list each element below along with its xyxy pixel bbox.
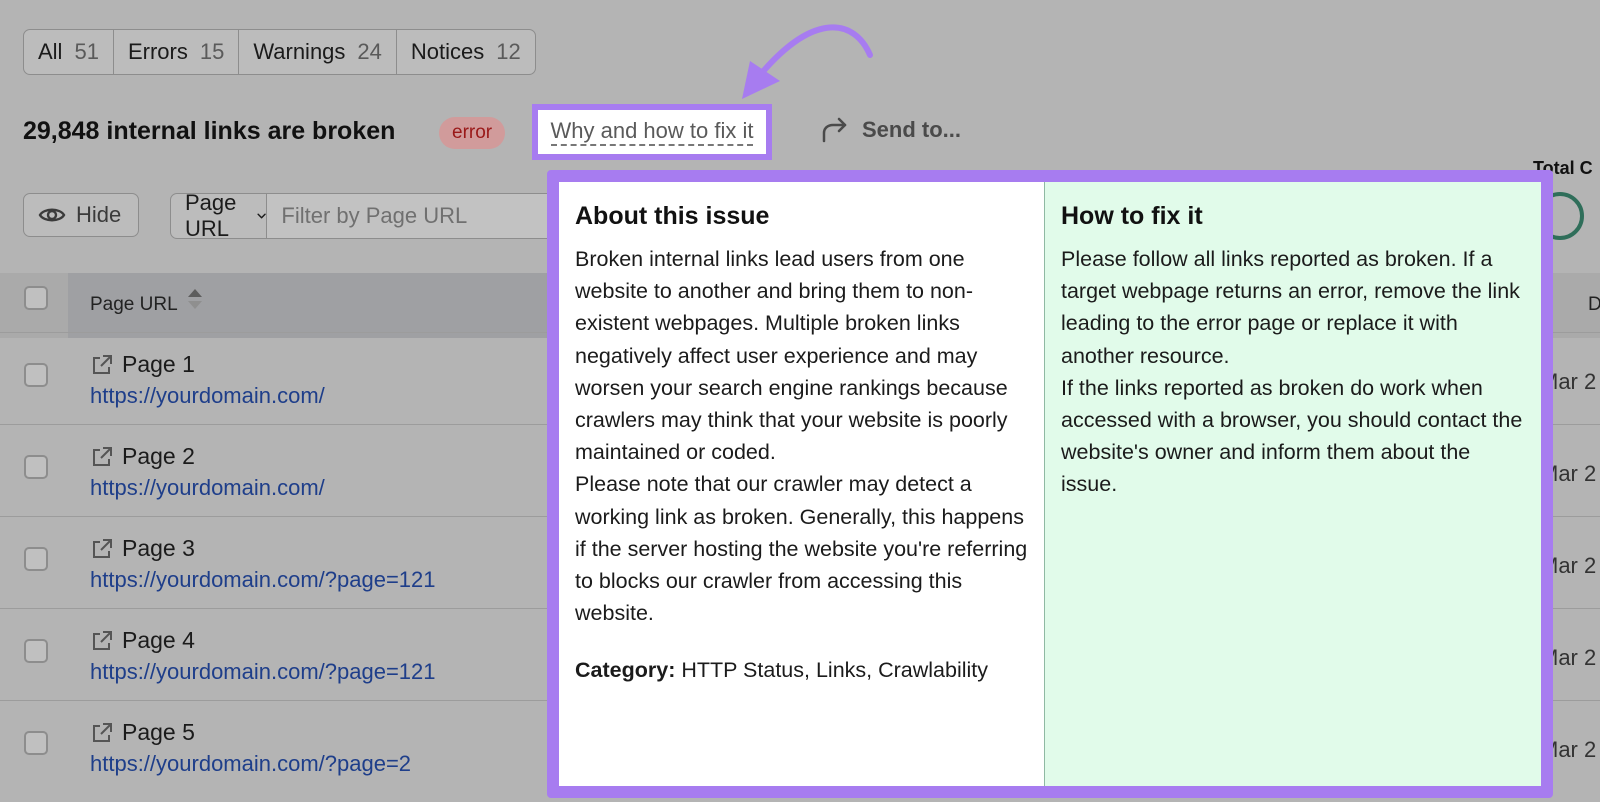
row-checkbox[interactable] bbox=[24, 455, 48, 479]
row-checkbox[interactable] bbox=[24, 547, 48, 571]
severity-badge: error bbox=[439, 117, 506, 149]
select-all-checkbox[interactable] bbox=[24, 286, 48, 310]
category-value: HTTP Status, Links, Crawlability bbox=[681, 658, 989, 683]
about-issue-paragraph-2: Please note that our crawler may detect … bbox=[575, 472, 1028, 626]
tab-label: All bbox=[38, 39, 63, 64]
tab-label: Notices bbox=[410, 39, 485, 64]
how-to-fix-panel: How to fix it Please follow all links re… bbox=[1045, 182, 1541, 786]
row-title: Page 3 bbox=[90, 535, 195, 562]
row-url-link[interactable]: https://yourdomain.com/?page=121 bbox=[90, 567, 436, 593]
tab-count: 24 bbox=[357, 39, 382, 64]
row-url-link[interactable]: https://yourdomain.com/ bbox=[90, 383, 325, 409]
row-title: Page 5 bbox=[90, 719, 195, 746]
about-issue-paragraph-1: Broken internal links lead users from on… bbox=[575, 247, 1008, 465]
annotation-arrow-icon bbox=[742, 24, 873, 99]
tab-count: 12 bbox=[496, 39, 521, 64]
external-link-icon[interactable] bbox=[90, 445, 114, 469]
how-to-fix-paragraph-2: If the links reported as broken do work … bbox=[1061, 375, 1523, 497]
page-url-header-label: Page URL bbox=[90, 294, 178, 315]
page-url-select[interactable]: Page URL bbox=[171, 193, 268, 239]
share-arrow-icon bbox=[822, 117, 847, 143]
external-link-icon[interactable] bbox=[90, 629, 114, 653]
issue-filter-tabs: All 51 Errors 15 Warnings 24 Notices 12 bbox=[23, 29, 536, 75]
row-title-text: Page 3 bbox=[122, 535, 195, 561]
external-link-icon[interactable] bbox=[90, 721, 114, 745]
date-column-header-label: D bbox=[1588, 294, 1600, 315]
about-issue-panel: About this issue Broken internal links l… bbox=[559, 182, 1045, 786]
row-title: Page 4 bbox=[90, 627, 195, 654]
category-label: Category: bbox=[575, 658, 676, 683]
tab-warnings[interactable]: Warnings 24 bbox=[239, 30, 397, 74]
row-checkbox[interactable] bbox=[24, 731, 48, 755]
row-checkbox[interactable] bbox=[24, 639, 48, 663]
why-and-how-to-fix-label: Why and how to fix it bbox=[550, 118, 754, 146]
hide-label: Hide bbox=[76, 202, 122, 227]
row-url-link[interactable]: https://yourdomain.com/ bbox=[90, 475, 325, 501]
chevron-down-icon bbox=[257, 213, 266, 219]
sort-icon[interactable] bbox=[187, 288, 203, 310]
row-title-text: Page 1 bbox=[122, 351, 195, 377]
eye-icon bbox=[38, 208, 66, 222]
external-link-icon[interactable] bbox=[90, 353, 114, 377]
url-filter-group: Page URL bbox=[170, 193, 572, 239]
tab-notices[interactable]: Notices 12 bbox=[397, 30, 535, 74]
how-to-fix-paragraph-1: Please follow all links reported as brok… bbox=[1061, 247, 1520, 368]
row-title-text: Page 2 bbox=[122, 443, 195, 469]
issue-category: Category: HTTP Status, Links, Crawlabili… bbox=[575, 654, 1028, 686]
about-issue-title: About this issue bbox=[575, 202, 770, 230]
send-to-label: Send to... bbox=[862, 117, 961, 142]
issue-info-popover: About this issue Broken internal links l… bbox=[547, 170, 1553, 798]
hide-button[interactable]: Hide bbox=[23, 193, 139, 237]
page-url-select-label: Page URL bbox=[185, 193, 237, 239]
tab-label: Warnings bbox=[253, 39, 346, 64]
row-title: Page 1 bbox=[90, 351, 195, 378]
tab-errors[interactable]: Errors 15 bbox=[114, 30, 240, 74]
row-url-link[interactable]: https://yourdomain.com/?page=121 bbox=[90, 659, 436, 685]
tab-count: 51 bbox=[74, 39, 99, 64]
page-url-filter-input[interactable] bbox=[267, 194, 571, 238]
row-url-link[interactable]: https://yourdomain.com/?page=2 bbox=[90, 751, 411, 777]
why-and-how-to-fix-link[interactable]: Why and how to fix it bbox=[532, 104, 772, 160]
tab-all[interactable]: All 51 bbox=[24, 30, 114, 74]
row-title-text: Page 4 bbox=[122, 627, 195, 653]
row-title: Page 2 bbox=[90, 443, 195, 470]
row-title-text: Page 5 bbox=[122, 719, 195, 745]
send-to-button[interactable]: Send to... bbox=[820, 117, 961, 143]
issue-title: 29,848 internal links are broken bbox=[23, 117, 396, 145]
row-checkbox[interactable] bbox=[24, 363, 48, 387]
how-to-fix-title: How to fix it bbox=[1061, 202, 1203, 230]
tab-label: Errors bbox=[127, 39, 188, 64]
external-link-icon[interactable] bbox=[90, 537, 114, 561]
tab-count: 15 bbox=[199, 39, 225, 64]
